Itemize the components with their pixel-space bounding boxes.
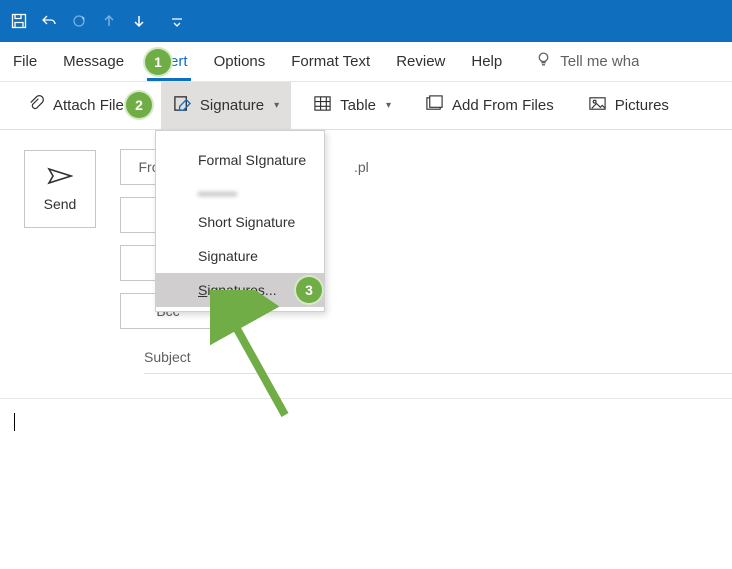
compose-pane: Send Fro .pl Bcc Subject <box>0 130 732 374</box>
customize-toolbar-icon[interactable] <box>168 13 186 29</box>
subject-label: Subject <box>144 349 204 365</box>
lightbulb-icon <box>535 51 552 72</box>
files-icon <box>425 94 444 117</box>
text-cursor <box>14 413 15 431</box>
arrow-down-icon[interactable] <box>130 13 148 29</box>
table-label: Table <box>340 97 376 114</box>
dropdown-item-redacted[interactable]: ▬▬▬ <box>156 177 324 205</box>
chevron-down-icon: ▾ <box>386 100 391 111</box>
chevron-down-icon: ▾ <box>274 100 279 111</box>
tell-me-search[interactable]: Tell me wha <box>525 42 639 81</box>
pictures-icon <box>588 94 607 117</box>
paperclip-icon <box>26 94 45 117</box>
tab-options[interactable]: Options <box>201 42 279 81</box>
pictures-button[interactable]: Pictures <box>576 82 681 130</box>
tab-help[interactable]: Help <box>458 42 515 81</box>
dropdown-item-formal-signature[interactable]: Formal SIgnature <box>156 143 324 177</box>
dropdown-item-short-signature[interactable]: Short Signature <box>156 205 324 239</box>
step-badge-2: 2 <box>126 92 152 118</box>
tab-message[interactable]: Message <box>50 42 137 81</box>
send-button[interactable]: Send <box>24 150 96 228</box>
message-body[interactable] <box>0 399 732 431</box>
save-icon[interactable] <box>10 13 28 29</box>
tell-me-label: Tell me wha <box>560 53 639 70</box>
quick-access-toolbar <box>0 0 732 42</box>
attach-file-label: Attach File <box>53 97 124 114</box>
signature-icon <box>173 94 192 117</box>
tab-file[interactable]: File <box>0 42 50 81</box>
arrow-up-icon <box>100 13 118 29</box>
tab-review[interactable]: Review <box>383 42 458 81</box>
step-badge-1: 1 <box>145 49 171 75</box>
undo-icon[interactable] <box>40 13 58 29</box>
redo-icon <box>70 13 88 29</box>
dropdown-item-signature[interactable]: Signature <box>156 239 324 273</box>
table-button[interactable]: Table ▾ <box>301 82 403 130</box>
table-icon <box>313 94 332 117</box>
add-from-files-label: Add From Files <box>452 97 554 114</box>
add-from-files-button[interactable]: Add From Files <box>413 82 566 130</box>
signature-button[interactable]: Signature ▾ <box>161 82 291 130</box>
subject-row: Subject <box>144 340 732 374</box>
insert-ribbon: Attach File ▾ Signature ▾ Table ▾ Add Fr… <box>0 82 732 130</box>
signature-label: Signature <box>200 97 264 114</box>
tab-format-text[interactable]: Format Text <box>278 42 383 81</box>
send-label: Send <box>44 196 77 212</box>
send-icon <box>47 167 73 188</box>
step-badge-3: 3 <box>296 277 322 303</box>
pictures-label: Pictures <box>615 97 669 114</box>
menu-bar: File Message Insert Options Format Text … <box>0 42 732 82</box>
